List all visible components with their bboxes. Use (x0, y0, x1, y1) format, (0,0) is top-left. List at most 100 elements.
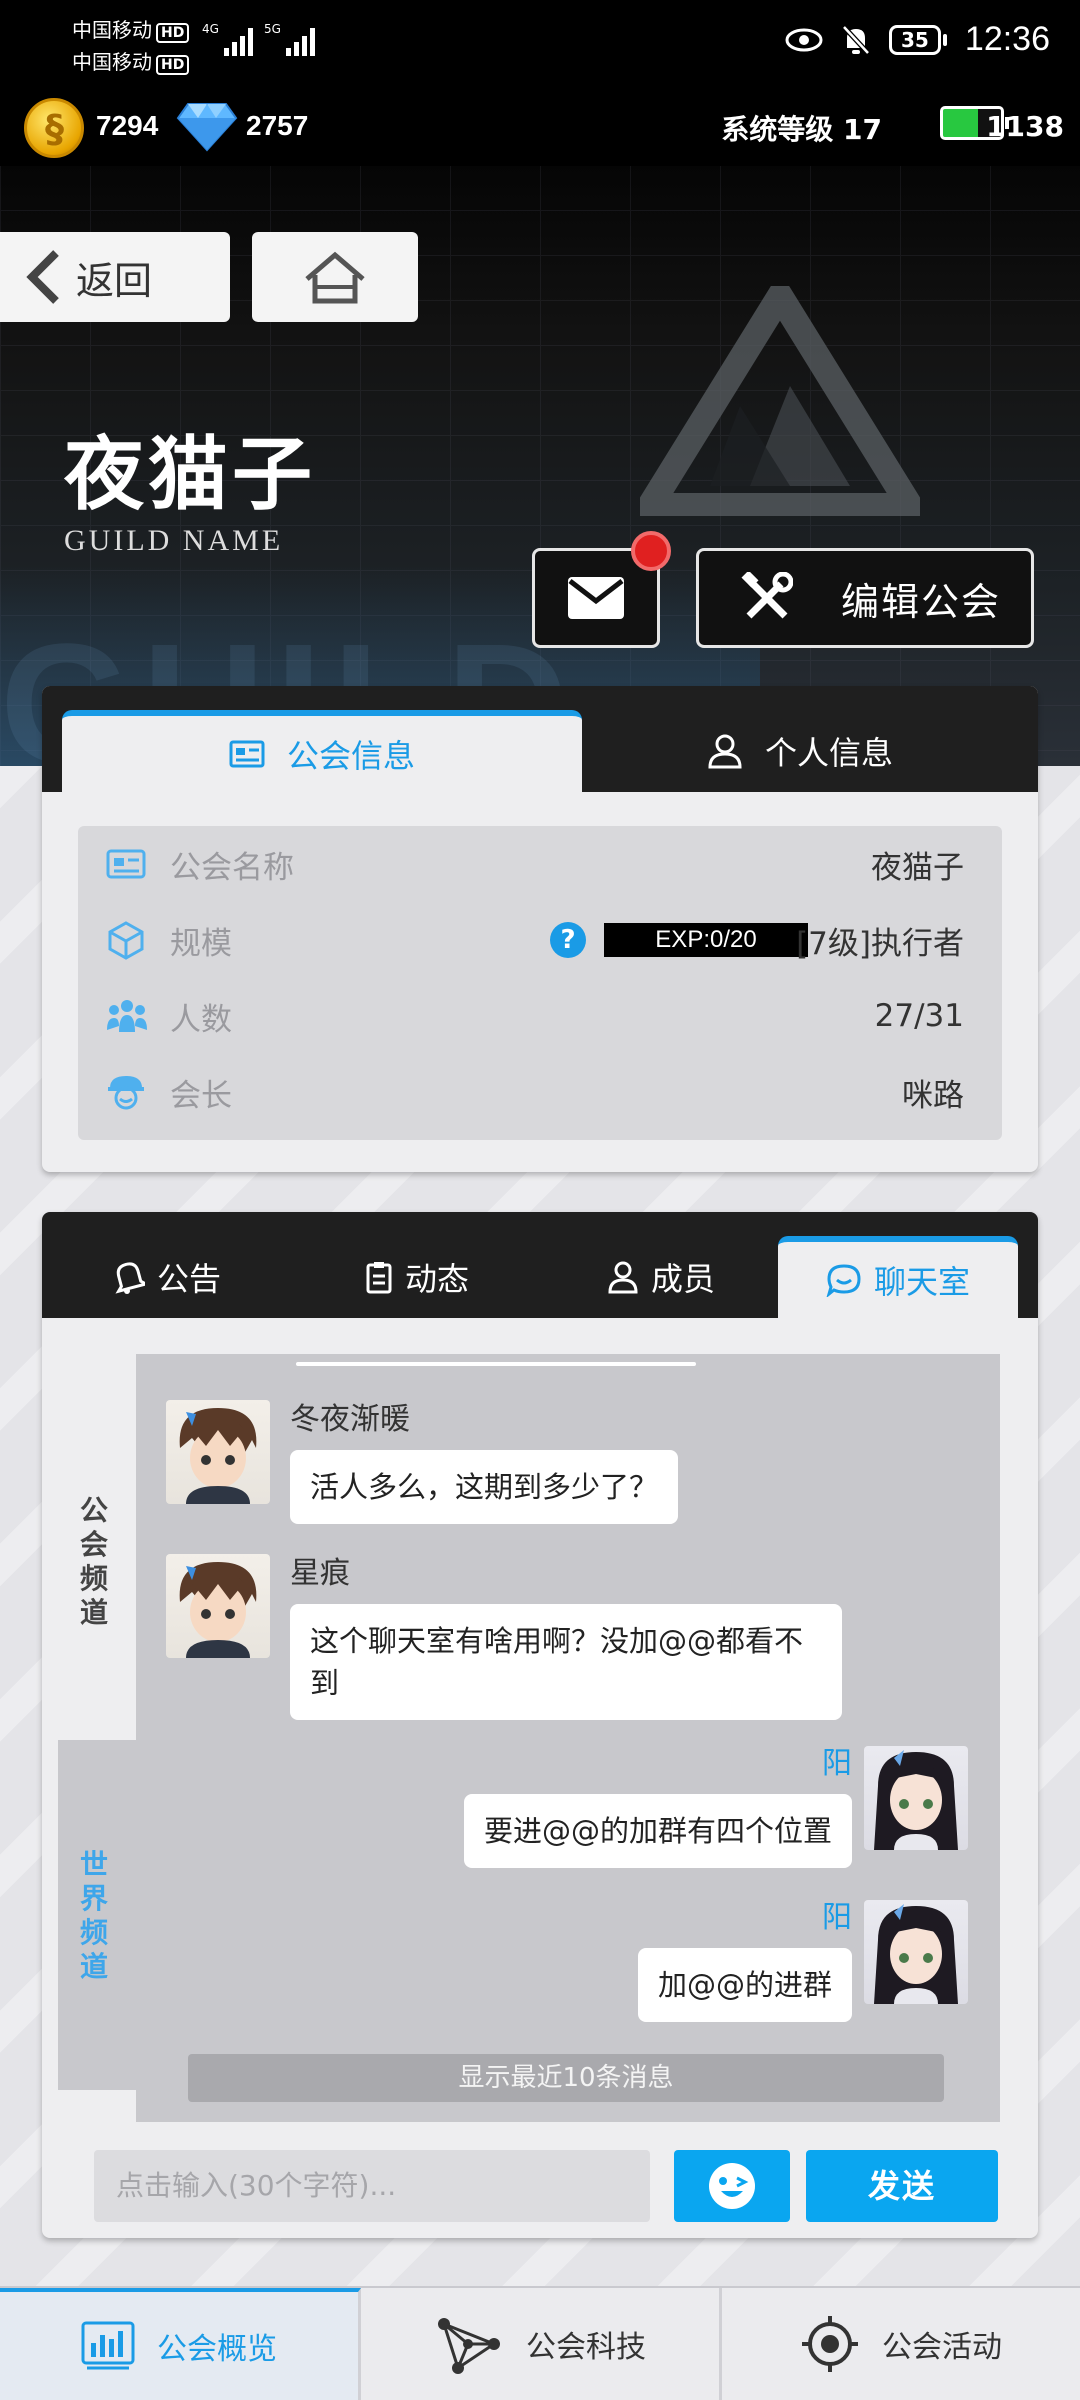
message-bubble: 要进@@的加群有四个位置 (463, 1794, 852, 1868)
chat-card: 公告 动态 成员 聊天室 冬夜渐暖 活人多么，这期到多少了？ 星痕 这个聊天室有… (42, 1212, 1038, 2238)
id-card-icon (229, 740, 265, 768)
info-key: 公会名称 (170, 849, 294, 886)
guild-name-subtitle: GUILD NAME (64, 524, 284, 557)
hd-badge: HD (156, 55, 190, 75)
exp-bar: EXP:0/20 (604, 923, 808, 957)
network-icon (434, 2314, 504, 2374)
chevron-left-icon (26, 250, 59, 304)
diamond-amount: 2757 (246, 110, 309, 141)
gold-coin-icon (24, 98, 84, 158)
tab-notice[interactable]: 公告 (82, 1236, 252, 1318)
carrier-2-label: 中国移动 (72, 50, 152, 74)
edit-guild-label: 编辑公会 (841, 579, 1002, 624)
send-button[interactable]: 发送 (806, 2150, 998, 2222)
message-bubble: 加@@的进群 (637, 1948, 852, 2022)
message-sender: 星痕 (290, 1556, 350, 1591)
signal-5g-icon: 5G (264, 22, 315, 56)
bell-icon (113, 1260, 145, 1294)
help-icon[interactable]: ? (550, 922, 586, 958)
clock: 12:36 (964, 20, 1050, 58)
avatar[interactable] (864, 1900, 968, 2004)
target-icon (800, 2314, 860, 2374)
carrier-1: 中国移动 HD (72, 14, 190, 43)
nav-guild-activity-label: 公会活动 (882, 2330, 1002, 2365)
channel-guild[interactable]: 公会频道 (72, 1494, 116, 1630)
battery-icon: 35 (888, 24, 947, 55)
info-key: 人数 (170, 1001, 232, 1038)
leader-icon (106, 1074, 146, 1110)
battery-level: 35 (888, 24, 941, 55)
info-key: 规模 (170, 925, 232, 962)
avatar[interactable] (166, 1554, 270, 1658)
tab-members-label: 成员 (650, 1260, 715, 1298)
avatar[interactable] (166, 1400, 270, 1504)
back-label: 返回 (76, 258, 153, 303)
system-level: 系统等级 17 (721, 113, 882, 146)
tab-activity[interactable]: 动态 (332, 1236, 502, 1318)
tab-chatroom-label: 聊天室 (873, 1263, 970, 1301)
guild-info-list: 公会名称 夜猫子 规模 ? EXP:0/20 [7级]执行者 人数 27/31 … (78, 826, 1002, 1140)
chat-bubble-icon (826, 1263, 862, 1297)
nav-guild-activity[interactable]: 公会活动 (722, 2288, 1080, 2400)
notification-dot (631, 531, 671, 571)
group-icon (106, 998, 148, 1034)
chat-input[interactable]: 点击输入(30个字符)... (94, 2150, 650, 2222)
name-card-icon (106, 849, 146, 879)
carrier-1-label: 中国移动 (72, 18, 152, 42)
nav-guild-tech[interactable]: 公会科技 (361, 2288, 722, 2400)
emoji-button[interactable] (674, 2150, 790, 2222)
gold-amount: 7294 (96, 110, 159, 141)
tab-personal-info[interactable]: 个人信息 (582, 710, 1018, 792)
tab-members[interactable]: 成员 (576, 1236, 746, 1318)
info-value: [7级]执行者 (796, 925, 964, 962)
avatar[interactable] (864, 1746, 968, 1850)
energy-amount: 1138 (986, 110, 1064, 143)
info-tab-bar: 公会信息 个人信息 (42, 686, 1038, 792)
info-row-scale: 规模 ? EXP:0/20 [7级]执行者 (78, 902, 1002, 978)
message-bubble: 活人多么，这期到多少了？ (290, 1450, 679, 1524)
info-row-guild-name: 公会名称 夜猫子 (78, 826, 1002, 902)
message-sender: 阳 (822, 1746, 852, 1781)
nav-guild-overview-label: 公会概览 (157, 2332, 277, 2367)
back-button[interactable]: 返回 (0, 232, 230, 322)
message-sender: 冬夜渐暖 (290, 1402, 410, 1437)
channel-world[interactable]: 世界频道 (72, 1848, 116, 1984)
tab-guild-info[interactable]: 公会信息 (62, 710, 582, 792)
signal-4g-icon: 4G (202, 22, 253, 56)
cube-icon (106, 920, 146, 960)
person-icon (607, 1260, 639, 1294)
hd-badge: HD (156, 23, 190, 43)
info-key: 会长 (170, 1077, 232, 1114)
network-5g-label: 5G (264, 22, 281, 36)
guild-header: GUILD 返回 夜猫子 GUILD NAME 编辑公会 (0, 166, 1080, 766)
carrier-2: 中国移动 HD (72, 46, 190, 75)
edit-guild-button[interactable]: 编辑公会 (696, 548, 1034, 648)
tab-chatroom[interactable]: 聊天室 (778, 1236, 1018, 1318)
info-row-members-count: 人数 27/31 (78, 978, 1002, 1054)
chat-message-panel[interactable]: 冬夜渐暖 活人多么，这期到多少了？ 星痕 这个聊天室有啥用啊？没加@@都看不到 … (136, 1354, 1000, 2122)
home-button[interactable] (252, 232, 418, 322)
tab-activity-label: 动态 (404, 1260, 469, 1298)
message-bubble: 这个聊天室有啥用啊？没加@@都看不到 (290, 1604, 842, 1720)
tab-guild-info-label: 公会信息 (286, 737, 415, 775)
status-right: 35 12:36 (785, 20, 1050, 59)
eye-icon (785, 28, 823, 51)
home-icon (305, 251, 365, 304)
scroll-indicator (296, 1362, 696, 1366)
nav-guild-overview[interactable]: 公会概览 (0, 2288, 361, 2400)
message-sender: 阳 (822, 1900, 852, 1935)
guild-emblem-icon (640, 286, 920, 516)
status-bar: 中国移动 HD 中国移动 HD 4G 5G 35 12:36 (0, 0, 1080, 88)
guild-info-card: 公会信息 个人信息 公会名称 夜猫子 规模 ? EXP:0/20 [7级]执行者… (42, 686, 1038, 1172)
mail-button[interactable] (532, 531, 671, 648)
nav-guild-tech-label: 公会科技 (526, 2330, 646, 2365)
tab-notice-label: 公告 (156, 1260, 221, 1298)
info-value: 咪路 (902, 1077, 964, 1114)
recent-messages-notice: 显示最近10条消息 (188, 2054, 944, 2102)
clipboard-icon (365, 1260, 393, 1294)
mail-icon (568, 577, 624, 619)
chat-tab-bar: 公告 动态 成员 聊天室 (42, 1212, 1038, 1318)
emoji-icon (709, 2163, 755, 2209)
info-row-leader: 会长 咪路 (78, 1054, 1002, 1130)
network-4g-label: 4G (202, 22, 219, 36)
